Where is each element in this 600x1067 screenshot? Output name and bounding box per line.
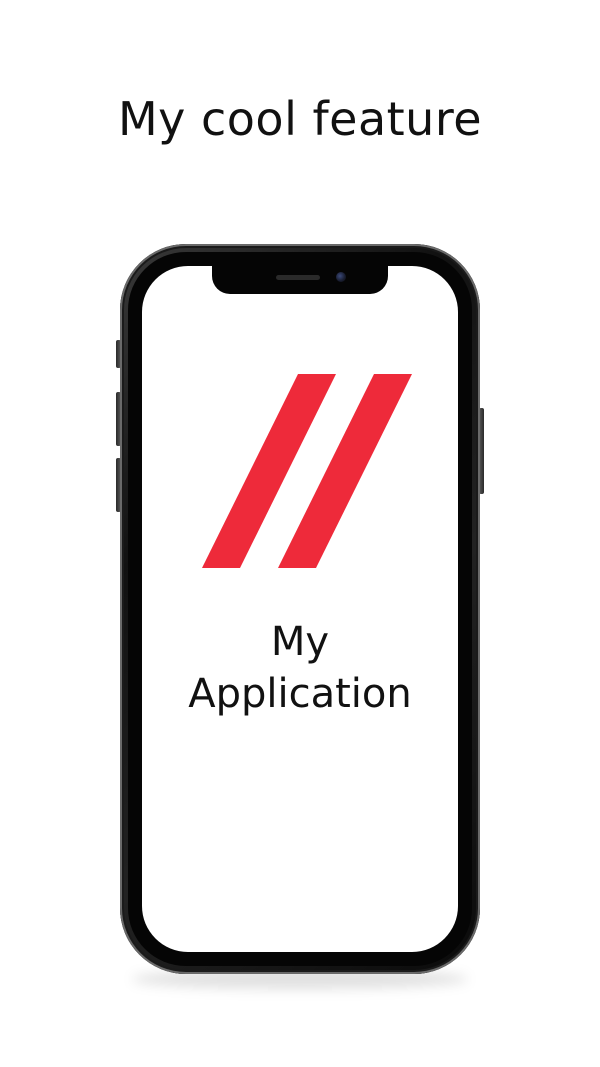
app-name-line-2: Application — [188, 671, 412, 717]
phone-mockup: My Application — [112, 240, 488, 989]
phone-bezel: My Application — [128, 252, 472, 966]
front-camera-icon — [336, 272, 346, 282]
phone-screen: My Application — [142, 266, 458, 952]
speaker-grille — [276, 275, 320, 280]
phone-notch — [212, 266, 388, 294]
double-slash-logo-icon — [202, 374, 412, 568]
app-name: My Application — [142, 616, 458, 720]
app-name-line-1: My — [270, 619, 330, 665]
page-headline: My cool feature — [117, 92, 483, 146]
phone-frame: My Application — [120, 244, 480, 974]
